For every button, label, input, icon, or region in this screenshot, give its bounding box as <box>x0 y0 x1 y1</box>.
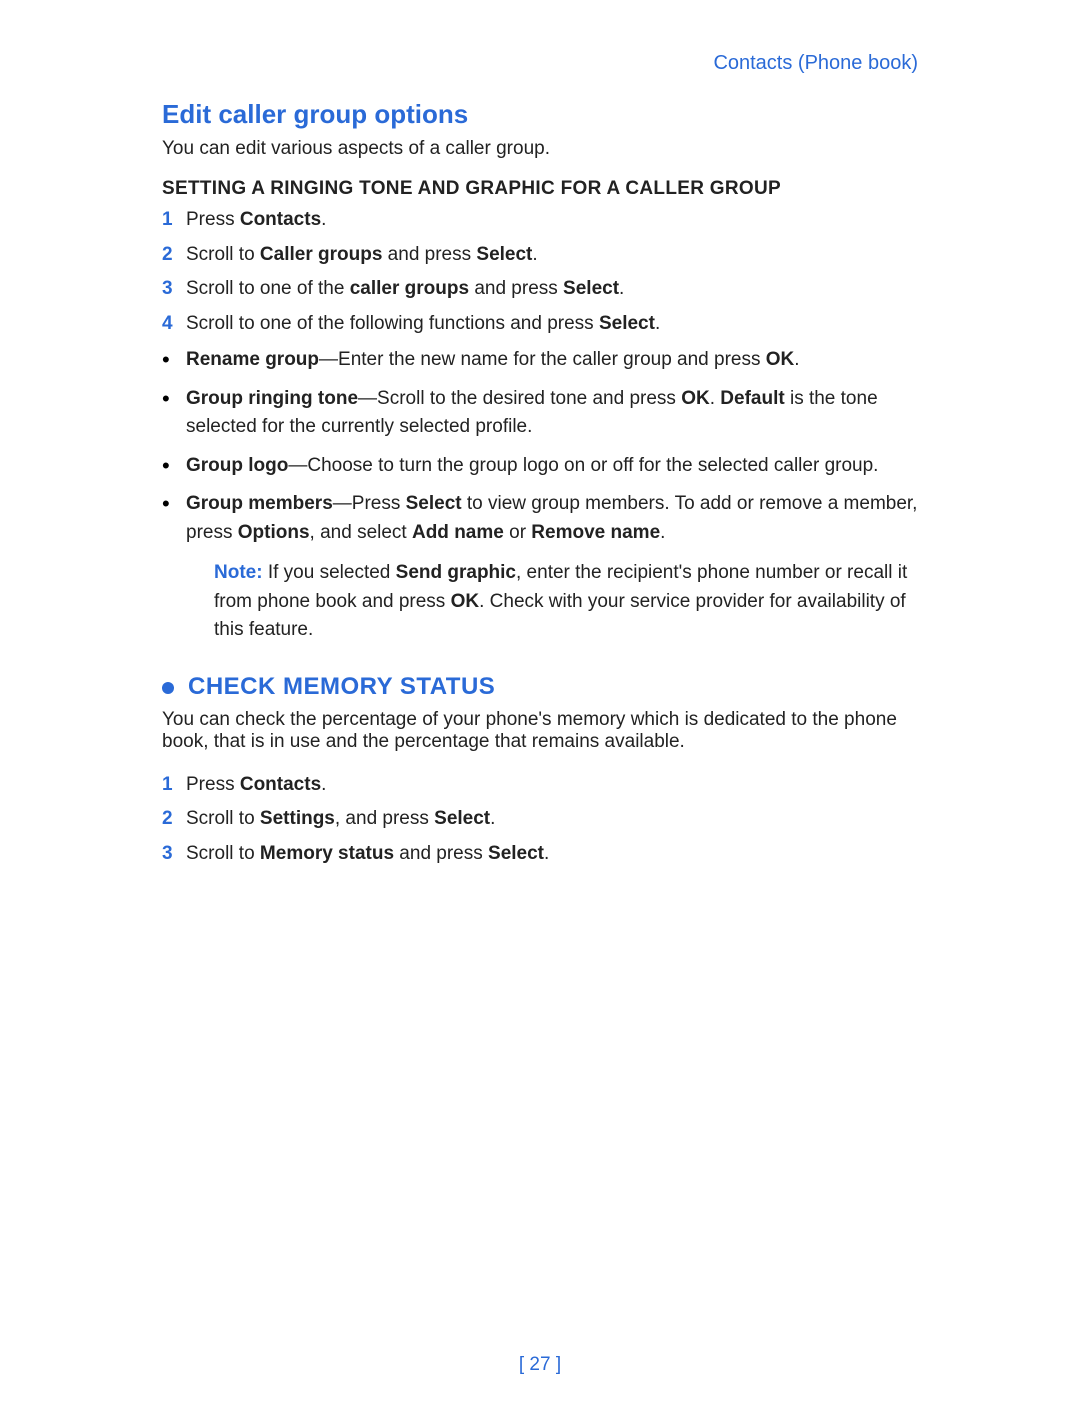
bullet-dot-icon <box>162 682 174 694</box>
bullet-list: Rename group—Enter the new name for the … <box>162 346 918 547</box>
step-item: 3 Scroll to one of the caller groups and… <box>162 275 918 304</box>
document-page: Contacts (Phone book) Edit caller group … <box>0 0 1080 1412</box>
step-item: 2 Scroll to Settings, and press Select. <box>162 805 918 834</box>
step-number: 2 <box>162 241 173 270</box>
subheading-setting-ringing-tone: SETTING A RINGING TONE AND GRAPHIC FOR A… <box>162 178 918 200</box>
page-number: [ 27 ] <box>0 1354 1080 1376</box>
breadcrumb: Contacts (Phone book) <box>162 52 918 75</box>
section-title-edit-caller-group: Edit caller group options <box>162 99 918 130</box>
bullet-item: Rename group—Enter the new name for the … <box>162 346 918 375</box>
step-item: 3 Scroll to Memory status and press Sele… <box>162 840 918 869</box>
bullet-item: Group logo—Choose to turn the group logo… <box>162 452 918 481</box>
intro-text: You can check the percentage of your pho… <box>162 709 918 753</box>
bullet-item: Group ringing tone—Scroll to the desired… <box>162 385 918 442</box>
step-number: 1 <box>162 206 173 235</box>
step-item: 1 Press Contacts. <box>162 771 918 800</box>
step-item: 1 Press Contacts. <box>162 206 918 235</box>
step-number: 3 <box>162 840 173 869</box>
note-block: Note: If you selected Send graphic, ente… <box>214 559 918 645</box>
section-heading-check-memory: CHECK MEMORY STATUS <box>162 673 918 701</box>
step-list-1: 1 Press Contacts. 2 Scroll to Caller gro… <box>162 206 918 338</box>
step-number: 3 <box>162 275 173 304</box>
step-number: 2 <box>162 805 173 834</box>
section-title-check-memory: CHECK MEMORY STATUS <box>188 673 495 701</box>
intro-text: You can edit various aspects of a caller… <box>162 138 918 160</box>
step-item: 4 Scroll to one of the following functio… <box>162 310 918 339</box>
step-number: 4 <box>162 310 173 339</box>
step-number: 1 <box>162 771 173 800</box>
note-label: Note: <box>214 562 263 583</box>
step-item: 2 Scroll to Caller groups and press Sele… <box>162 241 918 270</box>
step-list-2: 1 Press Contacts. 2 Scroll to Settings, … <box>162 771 918 869</box>
bullet-item: Group members—Press Select to view group… <box>162 490 918 547</box>
